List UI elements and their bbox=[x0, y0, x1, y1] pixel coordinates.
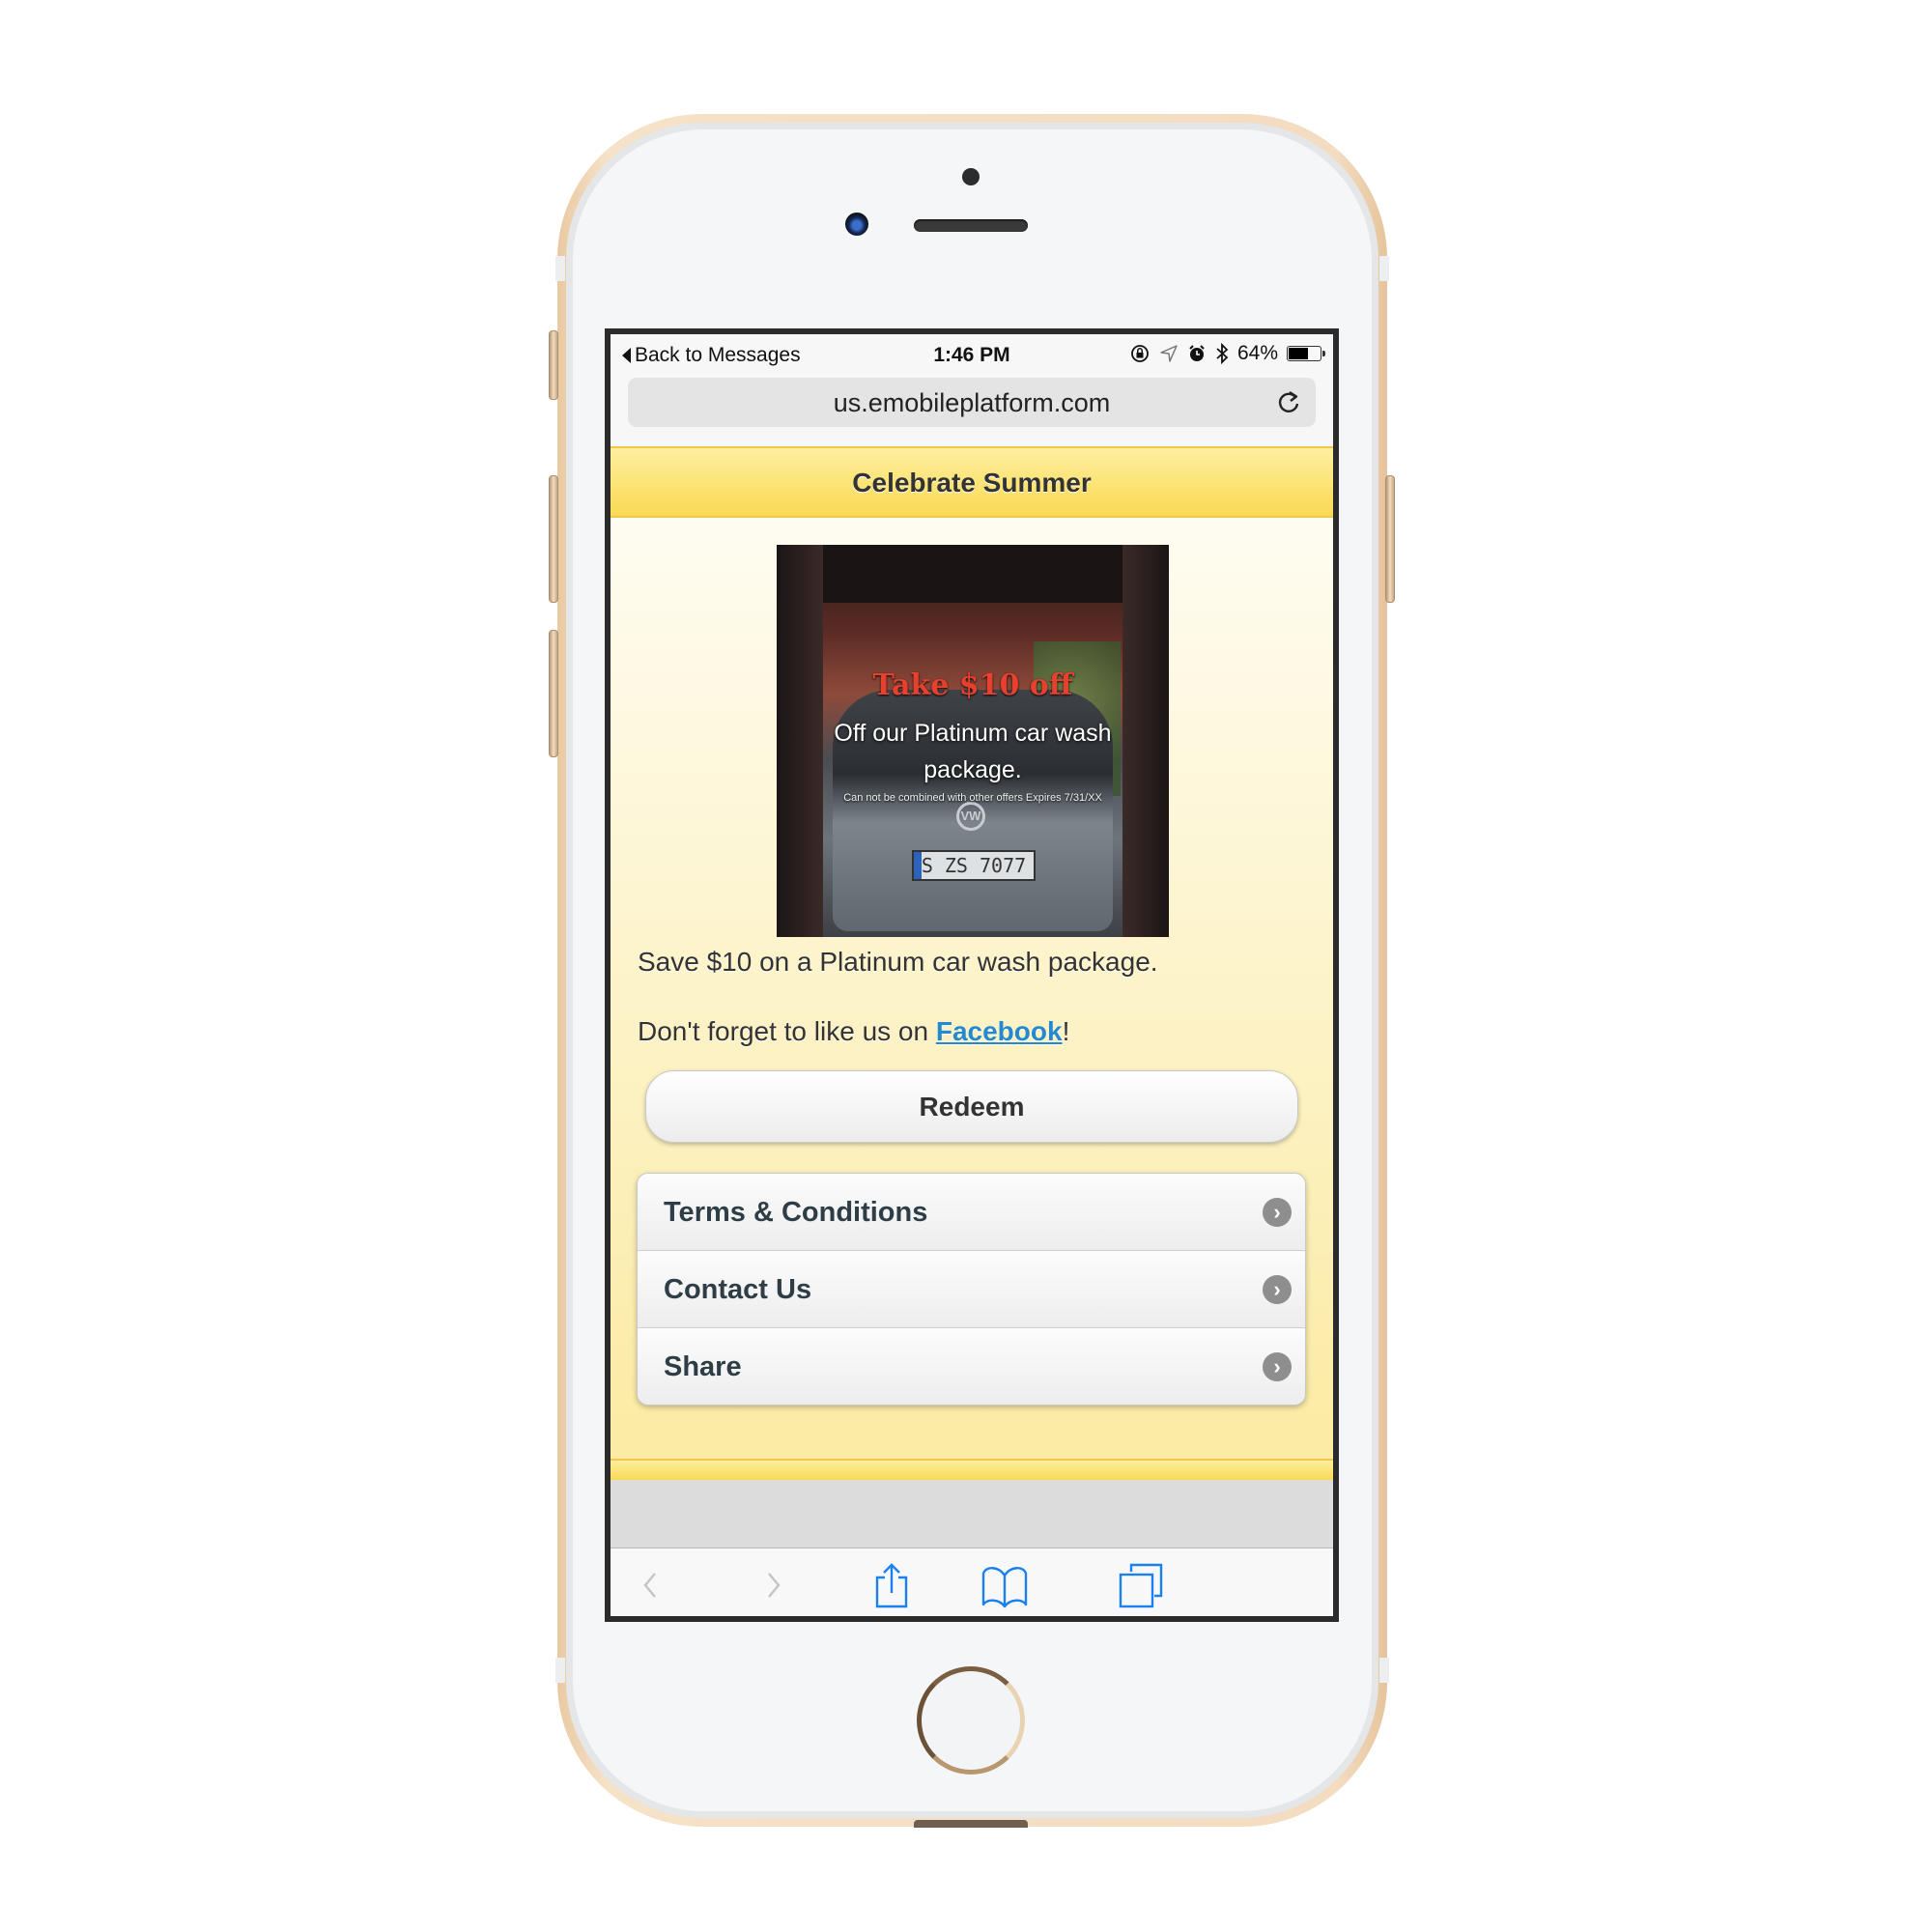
battery-level bbox=[1289, 348, 1308, 359]
menu-list: Terms & Conditions › Contact Us › Share … bbox=[637, 1173, 1306, 1406]
plate-text: S ZS 7077 bbox=[921, 854, 1027, 877]
address-bar[interactable]: us.emobileplatform.com bbox=[628, 378, 1316, 427]
vw-logo-icon: VW bbox=[956, 802, 985, 831]
menu-item-label: Terms & Conditions bbox=[664, 1197, 928, 1228]
page-header: Celebrate Summer bbox=[611, 446, 1333, 518]
social-suffix: ! bbox=[1062, 1016, 1070, 1046]
home-button[interactable] bbox=[917, 1666, 1025, 1775]
chevron-right-circle-icon: › bbox=[1263, 1352, 1292, 1381]
volume-down-button[interactable] bbox=[549, 630, 558, 757]
facebook-link[interactable]: Facebook bbox=[936, 1016, 1063, 1046]
license-plate: S ZS 7077 bbox=[912, 850, 1036, 881]
social-line: Don't forget to like us on Facebook! bbox=[638, 1016, 1069, 1047]
page-overscroll-area bbox=[611, 1480, 1333, 1548]
page-footer bbox=[611, 1459, 1333, 1480]
offer-description: Save $10 on a Platinum car wash package. bbox=[638, 947, 1158, 977]
status-bar: Back to Messages 1:46 PM 64% bbox=[611, 334, 1333, 377]
mute-switch[interactable] bbox=[549, 330, 558, 400]
battery-percent: 64% bbox=[1236, 342, 1278, 364]
earpiece-speaker bbox=[914, 219, 1028, 232]
orientation-lock-icon bbox=[1131, 345, 1149, 362]
battery-tip bbox=[1322, 351, 1325, 356]
book-icon[interactable] bbox=[980, 1564, 1030, 1608]
antenna-band bbox=[555, 1658, 565, 1683]
alarm-icon bbox=[1189, 345, 1205, 361]
reload-icon[interactable] bbox=[1275, 388, 1302, 415]
phone-screen: Back to Messages 1:46 PM 64% us.emobilep… bbox=[605, 328, 1339, 1622]
antenna-band bbox=[1379, 1658, 1389, 1683]
url-text[interactable]: us.emobileplatform.com bbox=[628, 388, 1316, 418]
front-camera-icon bbox=[845, 213, 868, 236]
menu-item-terms[interactable]: Terms & Conditions › bbox=[638, 1174, 1305, 1251]
antenna-band bbox=[1379, 256, 1389, 281]
lightning-port bbox=[914, 1820, 1028, 1828]
promo-image: VW S ZS 7077 Take $10 off Off our Platin… bbox=[777, 545, 1169, 937]
promo-headline: Take $10 off bbox=[872, 668, 1073, 702]
tabs-icon[interactable] bbox=[1117, 1562, 1165, 1610]
promo-fine-print: Can not be combined with other offers Ex… bbox=[843, 792, 1102, 804]
chevron-right-circle-icon: › bbox=[1263, 1275, 1292, 1304]
eu-band bbox=[914, 852, 922, 879]
redeem-button[interactable]: Redeem bbox=[645, 1070, 1298, 1143]
social-prefix: Don't forget to like us on bbox=[638, 1016, 936, 1046]
share-icon[interactable] bbox=[870, 1562, 913, 1608]
web-page: Celebrate Summer VW S ZS 7077 Take $10 o… bbox=[611, 446, 1333, 1548]
proximity-sensor bbox=[962, 168, 980, 185]
page-title: Celebrate Summer bbox=[852, 468, 1092, 497]
chevron-right-icon[interactable] bbox=[753, 1566, 792, 1605]
promo-subline: Off our Platinum car wash package. bbox=[834, 720, 1112, 783]
chevron-left-icon[interactable] bbox=[632, 1566, 670, 1605]
battery-icon bbox=[1287, 346, 1325, 361]
browser-toolbar bbox=[611, 1548, 1333, 1616]
chevron-right-circle-icon: › bbox=[1263, 1198, 1292, 1227]
bluetooth-icon bbox=[1216, 343, 1229, 364]
antenna-band bbox=[555, 256, 565, 281]
volume-up-button[interactable] bbox=[549, 475, 558, 603]
menu-item-contact[interactable]: Contact Us › bbox=[638, 1251, 1305, 1328]
menu-item-label: Contact Us bbox=[664, 1274, 812, 1305]
power-button[interactable] bbox=[1385, 475, 1395, 603]
status-icons: 64% bbox=[1129, 342, 1325, 365]
car-wash-ceiling bbox=[777, 545, 1169, 603]
location-icon bbox=[1160, 345, 1178, 362]
menu-item-share[interactable]: Share › bbox=[638, 1328, 1305, 1405]
menu-item-label: Share bbox=[664, 1351, 742, 1382]
